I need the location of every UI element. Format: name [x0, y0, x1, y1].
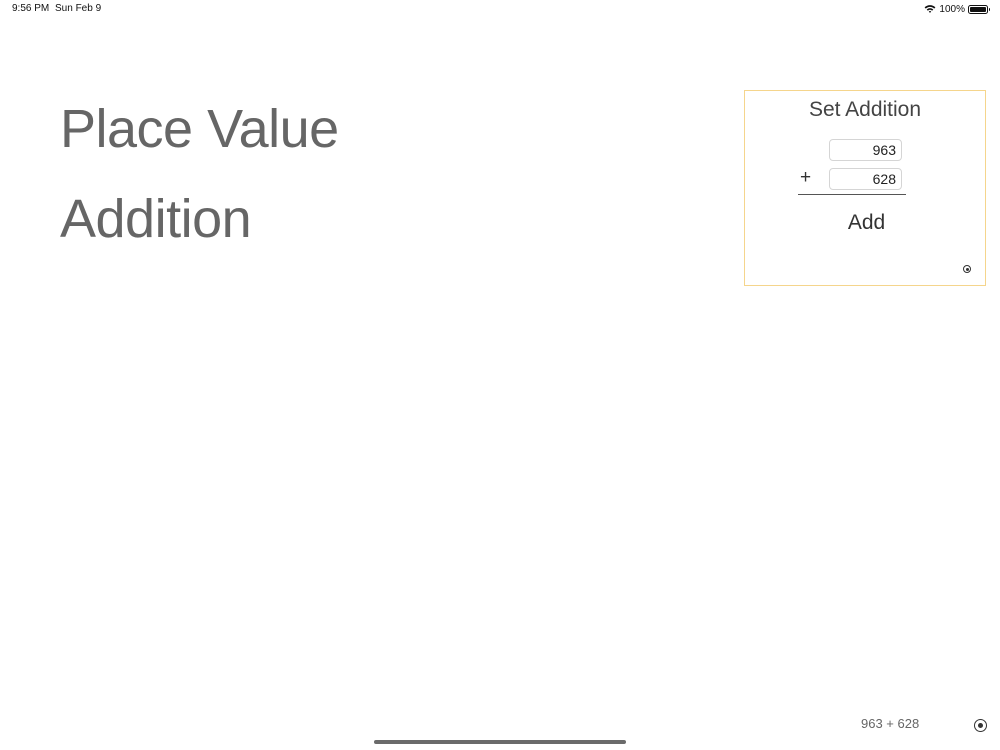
battery-percent: 100% — [939, 3, 965, 15]
set-addition-panel: Set Addition + Add — [744, 90, 986, 286]
equation-label: 963 + 628 — [861, 716, 920, 731]
panel-radio-icon[interactable] — [963, 265, 971, 273]
page-title-line-2: Addition — [60, 189, 252, 249]
status-time: 9:56 PM — [12, 3, 50, 14]
first-addend-field[interactable] — [829, 139, 902, 161]
status-indicators: 100% — [924, 2, 990, 16]
record-icon[interactable] — [974, 719, 987, 732]
sum-line-divider — [798, 194, 906, 195]
wifi-icon — [925, 5, 936, 13]
battery-fill — [970, 6, 986, 12]
battery-icon — [968, 4, 990, 14]
page-title-line-1: Place Value — [60, 99, 339, 159]
screen: 9:56 PM Sun Feb 9 100% Place Value Addit… — [0, 0, 1000, 750]
second-addend-field[interactable] — [829, 168, 902, 190]
home-indicator[interactable] — [374, 740, 626, 744]
status-date: Sun Feb 9 — [55, 3, 102, 14]
plus-sign: + — [800, 167, 812, 188]
panel-title: Set Addition — [808, 98, 922, 121]
add-button[interactable]: Add — [829, 208, 904, 238]
